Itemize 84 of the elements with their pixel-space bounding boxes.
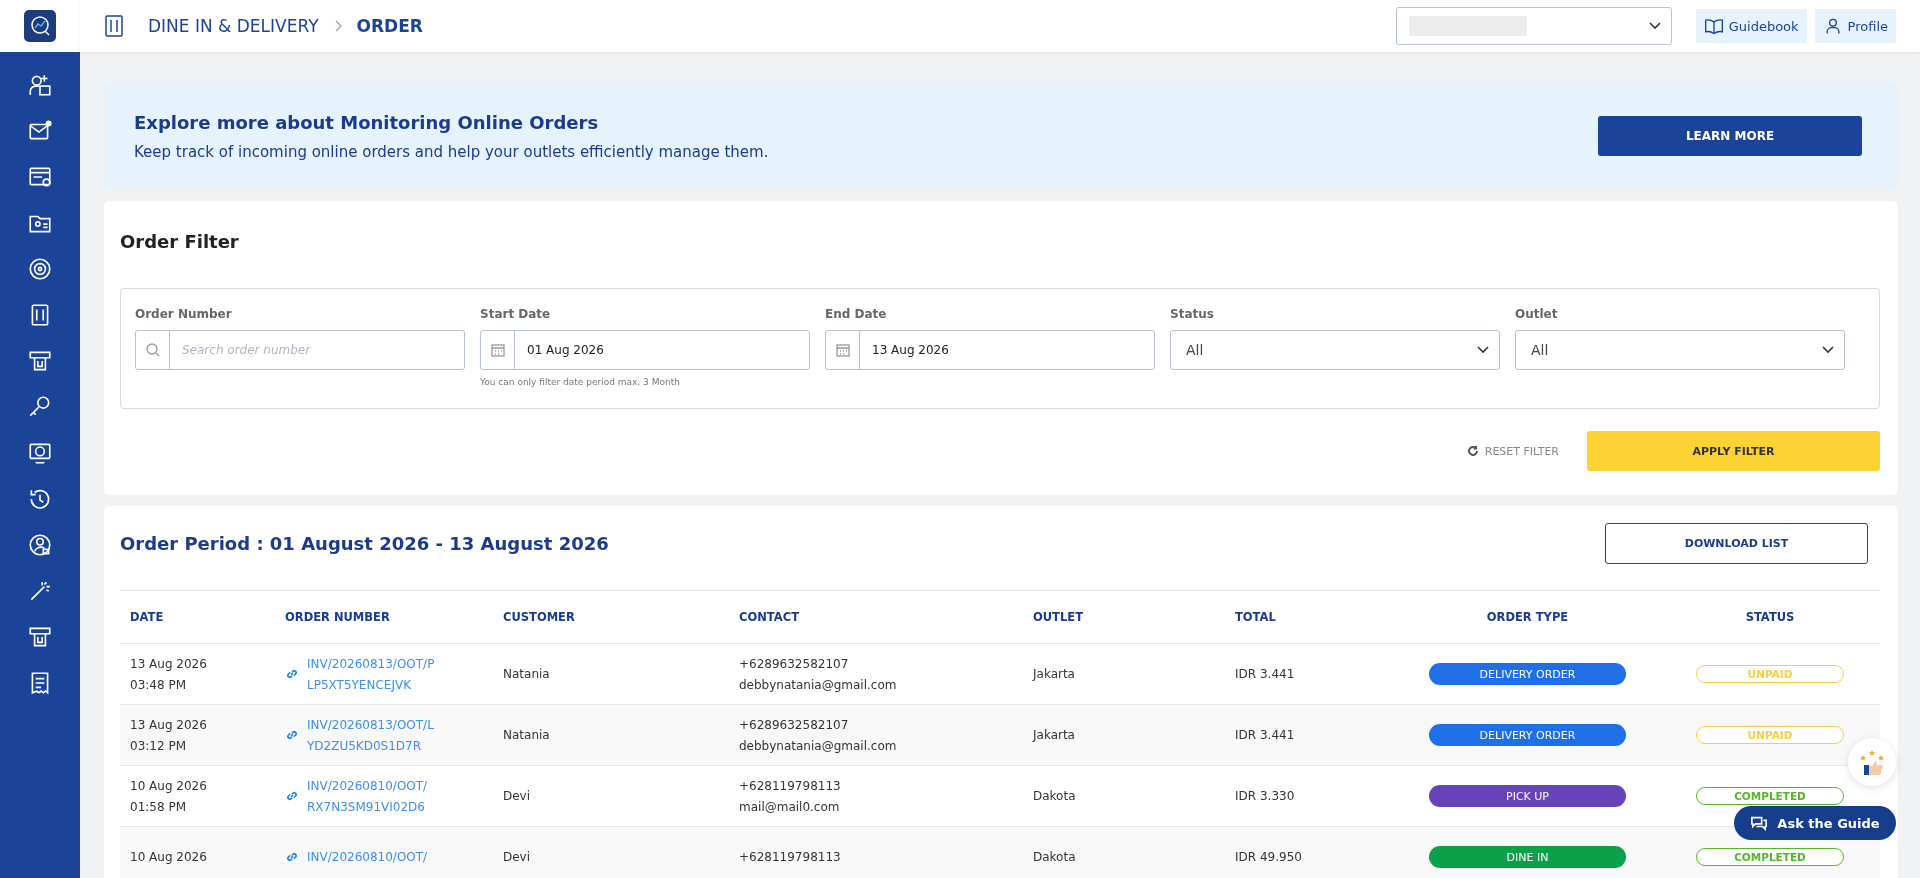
- filter-title: Order Filter: [120, 230, 240, 254]
- table-cell: 10 Aug 2026: [130, 850, 207, 864]
- banner-title: Explore more about Monitoring Online Orders: [134, 111, 600, 133]
- status-badge: UNPAID: [1696, 665, 1844, 683]
- learn-more-button[interactable]: LEARN MORE: [1598, 116, 1862, 156]
- select-field[interactable]: All: [1170, 330, 1500, 370]
- table-cell: Natania: [503, 728, 550, 742]
- app-logo-icon[interactable]: [24, 10, 56, 42]
- column-header: TOTAL: [1225, 591, 1395, 644]
- reset-filter-button[interactable]: RESET FILTER: [1460, 443, 1565, 459]
- table-cell: +628119798113: [739, 850, 841, 864]
- table-cell-text: 03:12 PM: [130, 738, 187, 753]
- table-cell: debbynatania@gmail.com: [739, 738, 897, 753]
- column-header: OUTLET: [1023, 591, 1225, 644]
- column-header: CUSTOMER: [493, 591, 729, 644]
- caret-icon: [1822, 346, 1834, 354]
- status-badge: COMPLETED: [1696, 848, 1844, 866]
- ask-the-guide-button[interactable]: Ask the Guide: [1734, 806, 1896, 840]
- book-icon: [1703, 16, 1724, 36]
- select-field[interactable]: All: [1515, 330, 1845, 370]
- calendar-icon: [489, 342, 506, 358]
- column-header: ORDER NUMBER: [275, 591, 493, 644]
- search-icon: [144, 342, 161, 358]
- table-cell: 13 Aug 2026: [130, 717, 207, 732]
- link-icon: [285, 667, 299, 681]
- order-type-badge: DELIVERY ORDER: [1429, 663, 1626, 685]
- status-badge: COMPLETED: [1696, 787, 1844, 805]
- breadcrumb-item[interactable]: ORDER: [356, 16, 423, 36]
- column-header: CONTACT: [729, 591, 1023, 644]
- table-cell-text: 03:48 PM: [130, 677, 187, 692]
- link-icon: [285, 850, 299, 864]
- table-cell: 13 Aug 2026: [130, 656, 207, 671]
- table-cell-text: +6289632582107: [739, 717, 850, 732]
- link-icon: [285, 789, 299, 803]
- table-cell: +628119798113: [739, 778, 841, 793]
- chat-icon: [1750, 815, 1769, 831]
- column-header: STATUS: [1660, 591, 1880, 644]
- table-cell-text: 01:58 PM: [130, 799, 187, 814]
- field-label: Start Date: [480, 307, 552, 321]
- field-label: Outlet: [1515, 307, 1559, 321]
- user-add-icon[interactable]: [27, 72, 53, 98]
- period-title: Order Period : 01 August 2026 - 13 August 2026: [120, 533, 609, 554]
- table-cell: Devi: [503, 850, 531, 864]
- caret-icon: [1477, 346, 1489, 354]
- order-type-badge: DINE IN: [1429, 846, 1626, 868]
- order-type-badge: PICK UP: [1429, 785, 1626, 807]
- field-label: End Date: [825, 307, 888, 321]
- hint-text: You can only filter date period max. 3 Month: [480, 377, 680, 387]
- link-icon: [285, 728, 299, 742]
- field-label: Status: [1170, 307, 1215, 321]
- column-header: ORDER TYPE: [1395, 591, 1660, 644]
- table-cell: Jakarta: [1033, 728, 1075, 742]
- table-cell-text: +6289632582107: [739, 656, 850, 671]
- table-cell: Devi: [503, 789, 531, 803]
- table-cell: IDR 3.441: [1235, 667, 1295, 681]
- column-header: DATE: [120, 591, 275, 644]
- field-label: Order Number: [135, 307, 233, 321]
- table-cell: Natania: [503, 667, 550, 681]
- search-field[interactable]: Search order number: [135, 330, 465, 370]
- breadcrumb-item[interactable]: DINE IN & DELIVERY: [148, 16, 319, 36]
- user-lock-icon[interactable]: [27, 532, 53, 558]
- banner-text: Keep track of incoming online orders and help your outlets efficiently manage them.: [134, 142, 770, 161]
- table-cell: mail@mail0.com: [739, 799, 841, 814]
- refresh-icon: [1466, 445, 1479, 457]
- apply-filter-button[interactable]: APPLY FILTER: [1587, 431, 1880, 471]
- date-field[interactable]: 13 Aug 2026: [825, 330, 1155, 370]
- target-icon[interactable]: [27, 256, 53, 282]
- chevron-icon: [332, 20, 343, 32]
- status-badge: UNPAID: [1696, 726, 1844, 744]
- calendar-icon: [834, 342, 851, 358]
- table-cell: Dakota: [1033, 850, 1076, 864]
- table-cell: IDR 3.330: [1235, 789, 1295, 803]
- profile-button[interactable]: Profile: [1814, 9, 1896, 43]
- table-cell: debbynatania@gmail.com: [739, 677, 897, 692]
- download-list-button[interactable]: DOWNLOAD LIST: [1605, 523, 1868, 564]
- table-cell: IDR 49.950: [1235, 850, 1302, 864]
- table-cell: Dakota: [1033, 789, 1076, 803]
- order-type-badge: DELIVERY ORDER: [1429, 724, 1626, 746]
- table-cell: Jakarta: [1033, 667, 1075, 681]
- table-cell: 10 Aug 2026: [130, 778, 207, 793]
- guidebook-button[interactable]: Guidebook: [1695, 9, 1807, 43]
- date-field[interactable]: 01 Aug 2026: [480, 330, 810, 370]
- table-cell: IDR 3.441: [1235, 728, 1295, 742]
- caret-icon: [1648, 22, 1661, 30]
